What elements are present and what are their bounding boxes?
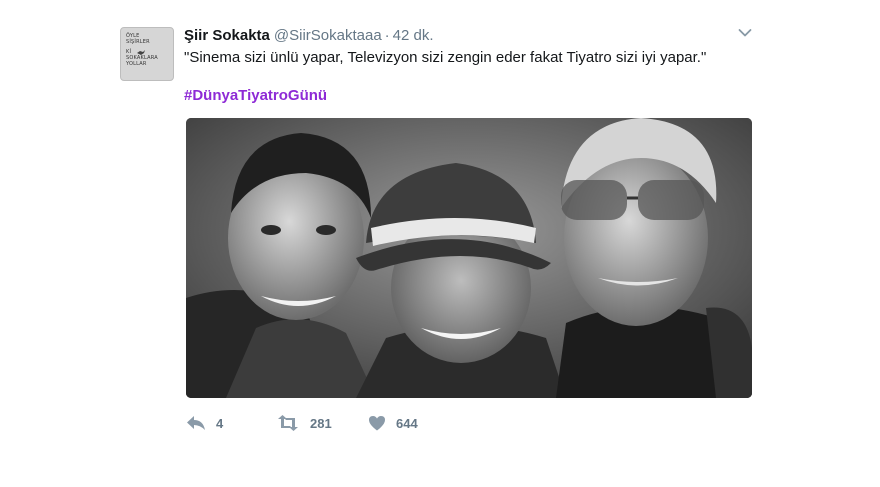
hashtag-link[interactable]: #DünyaTiyatroGünü (184, 86, 327, 106)
tweet-actions: 4 281 644 (186, 412, 586, 434)
reply-count: 4 (216, 415, 224, 431)
tweet-header: Şiir Sokakta @SiirSokaktaaa · 42 dk. (184, 27, 434, 45)
tweet: ÖYLE SİŞİRLER Kİ SOKAKLARA YOLLAR Şiir S… (0, 0, 880, 487)
reply-icon (187, 416, 205, 430)
author-username[interactable]: @SiirSokaktaaa (274, 27, 382, 44)
author-fullname[interactable]: Şiir Sokakta (184, 27, 270, 44)
heart-icon (369, 416, 385, 431)
photo-illustration (186, 118, 752, 398)
retweet-icon (278, 415, 298, 431)
like-count: 644 (396, 415, 418, 431)
avatar[interactable]: ÖYLE SİŞİRLER Kİ SOKAKLARA YOLLAR (120, 27, 174, 81)
like-button[interactable]: 644 (368, 412, 418, 434)
retweet-count: 281 (310, 415, 332, 431)
tweet-timestamp[interactable]: 42 dk. (393, 27, 434, 44)
bird-icon (137, 50, 145, 55)
retweet-button[interactable]: 281 (276, 412, 332, 434)
tweet-text: "Sinema sizi ünlü yapar, Televizyon sizi… (184, 49, 707, 66)
tweet-photo[interactable] (186, 118, 752, 398)
reply-button[interactable]: 4 (186, 412, 223, 434)
separator-dot: · (384, 27, 390, 44)
avatar-logo-text: ÖYLE SİŞİRLER Kİ SOKAKLARA YOLLAR (126, 33, 158, 67)
chevron-down-icon[interactable] (738, 28, 752, 38)
